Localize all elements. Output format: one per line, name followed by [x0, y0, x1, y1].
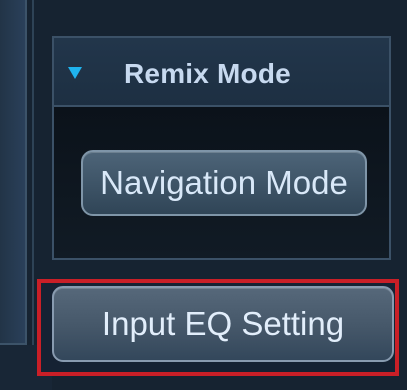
input-eq-setting-button[interactable]: Input EQ Setting: [52, 286, 394, 362]
triangle-down-icon[interactable]: [68, 67, 82, 79]
navigation-mode-button[interactable]: Navigation Mode: [81, 150, 367, 216]
left-panel-inner: [0, 0, 27, 345]
remix-mode-header[interactable]: Remix Mode: [54, 38, 389, 107]
left-panel-edge: [0, 0, 27, 390]
remix-mode-title: Remix Mode: [124, 58, 291, 89]
remix-mode-panel: Remix Mode Navigation Mode: [52, 36, 391, 260]
left-divider: [32, 0, 34, 345]
